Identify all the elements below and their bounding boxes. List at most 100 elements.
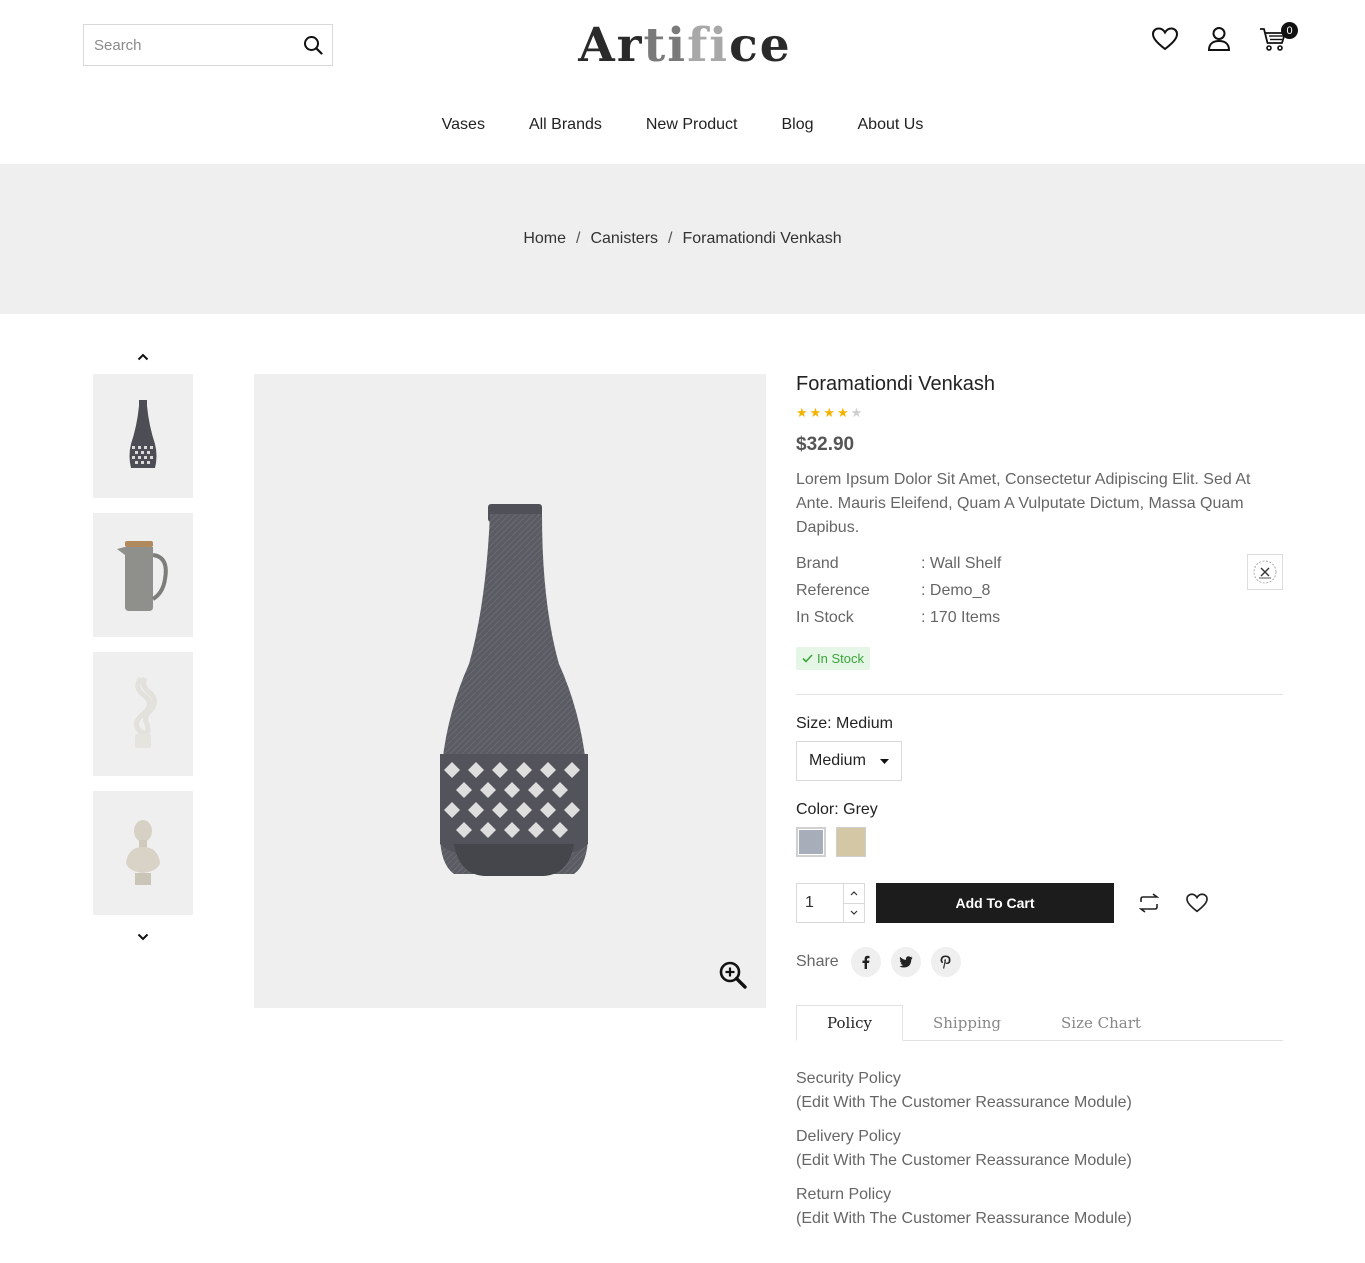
- meta-value: : 170 Items: [921, 609, 1001, 626]
- rating-stars: ★ ★ ★ ★ ★: [796, 406, 1283, 420]
- account-button[interactable]: [1204, 22, 1234, 56]
- stock-badge-label: In Stock: [817, 651, 864, 666]
- size-select-value: Medium: [809, 752, 866, 769]
- chevron-up-icon: [850, 890, 858, 896]
- thumbnail-2[interactable]: [93, 513, 193, 637]
- logo-part: ti: [643, 18, 688, 73]
- share-label: Share: [796, 953, 839, 970]
- add-to-cart-button[interactable]: Add To Cart: [876, 883, 1114, 923]
- search-box: [83, 24, 333, 66]
- thumbnail-1[interactable]: [93, 374, 193, 498]
- thumbs-down-button[interactable]: [133, 927, 153, 947]
- heart-icon: [1152, 27, 1178, 51]
- share-facebook-button[interactable]: [850, 947, 881, 977]
- meta-key: Reference: [796, 582, 870, 599]
- product-tabs: Policy Shipping Size Chart: [796, 1005, 1283, 1041]
- compare-icon: [1138, 893, 1160, 913]
- twitter-icon: [899, 956, 913, 968]
- search-icon: [303, 36, 323, 55]
- nav-item-new-product[interactable]: New Product: [646, 116, 738, 134]
- policy-title: Return Policy: [796, 1186, 892, 1203]
- thumbnail-3[interactable]: [93, 652, 193, 776]
- policy-title: Security Policy: [796, 1070, 901, 1087]
- product-meta: Brand : Wall Shelf Reference : Demo_8 In…: [796, 550, 1283, 631]
- share-row: Share: [796, 947, 1283, 977]
- policy-note: (Edit With The Customer Reassurance Modu…: [796, 1210, 1132, 1227]
- chevron-up-icon: [137, 353, 149, 361]
- zoom-button[interactable]: [718, 960, 748, 990]
- quantity-decrease-button[interactable]: [844, 904, 864, 923]
- main-product-image[interactable]: [254, 374, 766, 1008]
- color-swatches: [796, 827, 1283, 857]
- breadcrumb-banner: Home / Canisters / Foramationdi Venkash: [0, 164, 1365, 314]
- breadcrumb-category[interactable]: Canisters: [590, 230, 658, 248]
- nav-item-about-us[interactable]: About Us: [858, 116, 924, 134]
- breadcrumb-separator: /: [668, 230, 673, 247]
- meta-key: In Stock: [796, 609, 854, 626]
- meta-row-brand: Brand : Wall Shelf: [796, 550, 1283, 577]
- header-icons: 0: [1150, 22, 1298, 56]
- star-icon: ★: [809, 405, 822, 420]
- policy-note: (Edit With The Customer Reassurance Modu…: [796, 1152, 1132, 1169]
- brand-emblem-icon: [1253, 560, 1277, 584]
- cart-count-badge: 0: [1281, 22, 1298, 39]
- caret-down-icon: [880, 758, 889, 764]
- policy-item: Delivery Policy (Edit With The Customer …: [796, 1125, 1283, 1173]
- quantity-buttons: [843, 884, 864, 922]
- logo-part: ce: [729, 18, 792, 73]
- share-pinterest-button[interactable]: [930, 947, 961, 977]
- search-button[interactable]: [293, 25, 332, 65]
- breadcrumb-current: Foramationdi Venkash: [682, 230, 842, 247]
- compare-button[interactable]: [1136, 890, 1162, 916]
- color-swatch-grey[interactable]: [796, 827, 826, 857]
- share-twitter-button[interactable]: [890, 947, 921, 977]
- product-info: Foramationdi Venkash ★ ★ ★ ★ ★ $32.90 Lo…: [796, 370, 1283, 1241]
- add-to-cart-row: Add To Cart: [796, 883, 1283, 923]
- nav-item-all-brands[interactable]: All Brands: [529, 116, 602, 134]
- divider: [796, 694, 1283, 695]
- tab-shipping[interactable]: Shipping: [903, 1005, 1031, 1040]
- quantity-increase-button[interactable]: [844, 884, 864, 904]
- cart-button[interactable]: 0: [1258, 22, 1298, 56]
- pitcher-image: [117, 541, 168, 611]
- policy-note: (Edit With The Customer Reassurance Modu…: [796, 1094, 1132, 1111]
- tab-size-chart[interactable]: Size Chart: [1031, 1005, 1171, 1040]
- main-nav: Vases All Brands New Product Blog About …: [0, 116, 1365, 134]
- policy-panel: Security Policy (Edit With The Customer …: [796, 1067, 1283, 1231]
- product-price: $32.90: [796, 434, 855, 455]
- user-icon: [1207, 27, 1231, 51]
- nav-item-blog[interactable]: Blog: [781, 116, 813, 134]
- logo-part: Ar: [578, 18, 644, 73]
- wishlist-button[interactable]: [1150, 22, 1180, 56]
- policy-item: Security Policy (Edit With The Customer …: [796, 1067, 1283, 1115]
- thumbnail-4[interactable]: [93, 791, 193, 915]
- thumbs-up-button[interactable]: [133, 347, 153, 367]
- quantity-input[interactable]: [797, 884, 843, 922]
- brand-logo[interactable]: [1247, 554, 1283, 590]
- tab-policy[interactable]: Policy: [796, 1005, 903, 1041]
- vase-image: [440, 504, 588, 876]
- heart-icon: [1186, 893, 1208, 913]
- site-logo[interactable]: Artifice: [560, 18, 810, 74]
- policy-title: Delivery Policy: [796, 1128, 901, 1145]
- nav-item-vases[interactable]: Vases: [442, 116, 485, 134]
- quantity-stepper: [796, 883, 865, 923]
- meta-key: Brand: [796, 555, 839, 572]
- star-empty-icon: ★: [850, 405, 863, 420]
- breadcrumb-separator: /: [576, 230, 581, 247]
- bust-image: [126, 820, 160, 885]
- breadcrumb-home[interactable]: Home: [523, 230, 566, 248]
- meta-row-reference: Reference : Demo_8: [796, 577, 1283, 604]
- chevron-down-icon: [137, 933, 149, 941]
- color-label: Color: Grey: [796, 801, 878, 818]
- search-input[interactable]: [84, 25, 293, 65]
- facebook-icon: [862, 955, 870, 969]
- star-icon: ★: [836, 405, 849, 420]
- size-select[interactable]: Medium: [796, 741, 902, 781]
- color-swatch-beige[interactable]: [836, 827, 866, 857]
- zoom-in-icon: [719, 961, 747, 989]
- add-to-wishlist-button[interactable]: [1184, 890, 1210, 916]
- check-icon: [802, 654, 813, 663]
- size-label: Size: Medium: [796, 715, 893, 732]
- chevron-down-icon: [850, 910, 858, 916]
